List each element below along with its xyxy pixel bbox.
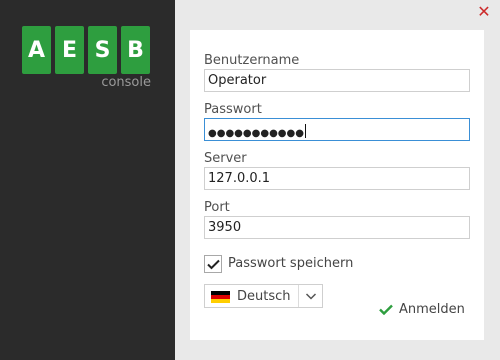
password-field[interactable]: ●●●●●●●●●●●	[204, 118, 470, 141]
text-caret	[304, 124, 306, 138]
server-value: 127.0.0.1	[208, 171, 271, 186]
password-value: ●●●●●●●●●●●	[208, 128, 304, 139]
logo-tile-b: B	[121, 26, 150, 74]
logo-subtitle: console	[101, 75, 151, 90]
password-label: Passwort	[204, 102, 262, 117]
checkmark-icon	[379, 304, 393, 315]
close-button[interactable]: ✕	[468, 0, 500, 22]
remember-password-checkbox[interactable]	[204, 255, 222, 273]
language-value: Deutsch	[237, 289, 291, 304]
language-select[interactable]: Deutsch	[204, 284, 323, 308]
logo-tile-e: E	[55, 26, 84, 74]
logo: A E S B	[22, 26, 150, 74]
port-label: Port	[204, 200, 230, 215]
logo-tile-s: S	[88, 26, 117, 74]
select-divider	[298, 285, 299, 307]
username-label: Benutzername	[204, 53, 300, 68]
login-label: Anmelden	[399, 302, 465, 317]
server-label: Server	[204, 151, 247, 166]
checkmark-icon	[206, 259, 220, 269]
remember-password-label[interactable]: Passwort speichern	[228, 256, 353, 271]
logo-tile-a: A	[22, 26, 51, 74]
port-field[interactable]: 3950	[204, 216, 470, 239]
de-flag-icon	[211, 291, 230, 303]
port-value: 3950	[208, 220, 242, 235]
chevron-down-icon	[305, 293, 317, 300]
server-field[interactable]: 127.0.0.1	[204, 167, 470, 190]
close-icon: ✕	[477, 1, 491, 21]
username-value: Operator	[208, 73, 267, 88]
sidebar: A E S B console	[0, 0, 175, 360]
login-button[interactable]: Anmelden	[379, 302, 465, 317]
username-field[interactable]: Operator	[204, 69, 470, 92]
